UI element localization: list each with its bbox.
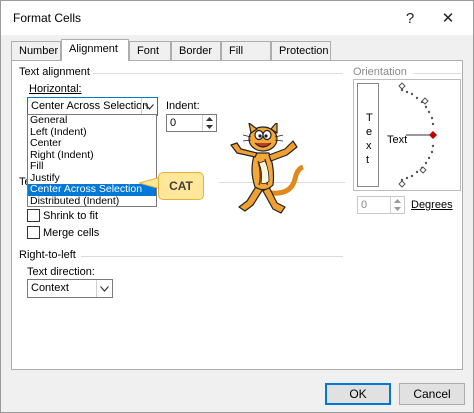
close-button[interactable]: ✕ <box>437 7 459 29</box>
merge-cells-checkbox[interactable] <box>27 226 40 239</box>
angle-marker-icon <box>398 180 406 188</box>
orientation-handle-icon <box>429 131 437 139</box>
spin-down-icon[interactable] <box>203 123 216 131</box>
list-item-center[interactable]: Center <box>28 137 156 150</box>
chevron-down-icon[interactable] <box>96 280 112 297</box>
indent-value: 0 <box>170 117 177 129</box>
list-item-distributed-indent[interactable]: Distributed (Indent) <box>28 195 156 208</box>
group-divider <box>413 73 461 74</box>
horizontal-dropdown-list[interactable]: General Left (Indent) Center Right (Inde… <box>27 114 157 207</box>
spin-up-icon[interactable] <box>391 197 404 205</box>
list-item-center-across-selection[interactable]: Center Across Selection <box>28 183 156 196</box>
tab-border[interactable]: Border <box>171 41 221 60</box>
indent-label: Indent: <box>166 100 200 112</box>
tab-alignment[interactable]: Alignment <box>61 39 129 61</box>
tab-protection[interactable]: Protection <box>271 41 331 60</box>
group-divider <box>93 73 343 74</box>
text-direction-combobox[interactable]: Context <box>27 279 113 298</box>
ok-button[interactable]: OK <box>325 383 391 405</box>
angle-marker-icon <box>398 82 406 90</box>
format-cells-dialog: Format Cells ? ✕ Number Alignment Font B… <box>0 0 474 413</box>
merge-cells-label: Merge cells <box>43 227 100 239</box>
shrink-to-fit-checkbox[interactable] <box>27 209 40 222</box>
cat-illustration <box>230 123 304 214</box>
degrees-spinner[interactable]: 0 <box>357 196 405 214</box>
chevron-down-icon[interactable] <box>141 98 157 115</box>
tab-font[interactable]: Font <box>129 41 171 60</box>
vertical-text-button[interactable]: T e x t <box>357 83 379 187</box>
vertical-text-letter: x <box>366 140 372 152</box>
tab-number[interactable]: Number <box>11 41 61 60</box>
cat-callout: CAT <box>158 172 204 200</box>
title-bar: Format Cells ? ✕ <box>1 1 473 35</box>
list-item-general[interactable]: General <box>28 114 156 127</box>
group-divider <box>81 256 343 257</box>
right-to-left-group-label: Right-to-left <box>19 249 76 261</box>
vertical-text-letter: t <box>366 154 370 166</box>
spin-down-icon[interactable] <box>391 205 404 213</box>
degrees-value: 0 <box>361 199 368 211</box>
orientation-dial-label: Text <box>387 134 408 146</box>
shrink-to-fit-label: Shrink to fit <box>43 210 99 222</box>
vertical-text-letter: e <box>366 126 373 138</box>
help-button[interactable]: ? <box>399 7 421 29</box>
text-direction-value: Context <box>31 282 69 294</box>
horizontal-value: Center Across Selection <box>31 100 149 112</box>
horizontal-label: Horizontal: <box>29 83 82 95</box>
spin-up-icon[interactable] <box>203 115 216 123</box>
vertical-text-letter: T <box>366 112 373 124</box>
text-alignment-group-label: Text alignment <box>19 66 90 78</box>
list-item-right-indent[interactable]: Right (Indent) <box>28 149 156 162</box>
cancel-button[interactable]: Cancel <box>399 383 465 405</box>
degrees-label: Degrees <box>411 199 453 211</box>
indent-spinner[interactable]: 0 <box>166 114 217 132</box>
tab-fill[interactable]: Fill <box>221 41 271 60</box>
list-item-fill[interactable]: Fill <box>28 160 156 173</box>
text-direction-label: Text direction: <box>27 266 95 278</box>
orientation-group-label: Orientation <box>353 66 407 78</box>
angle-marker-icon <box>421 97 429 105</box>
dialog-title: Format Cells <box>13 11 82 25</box>
